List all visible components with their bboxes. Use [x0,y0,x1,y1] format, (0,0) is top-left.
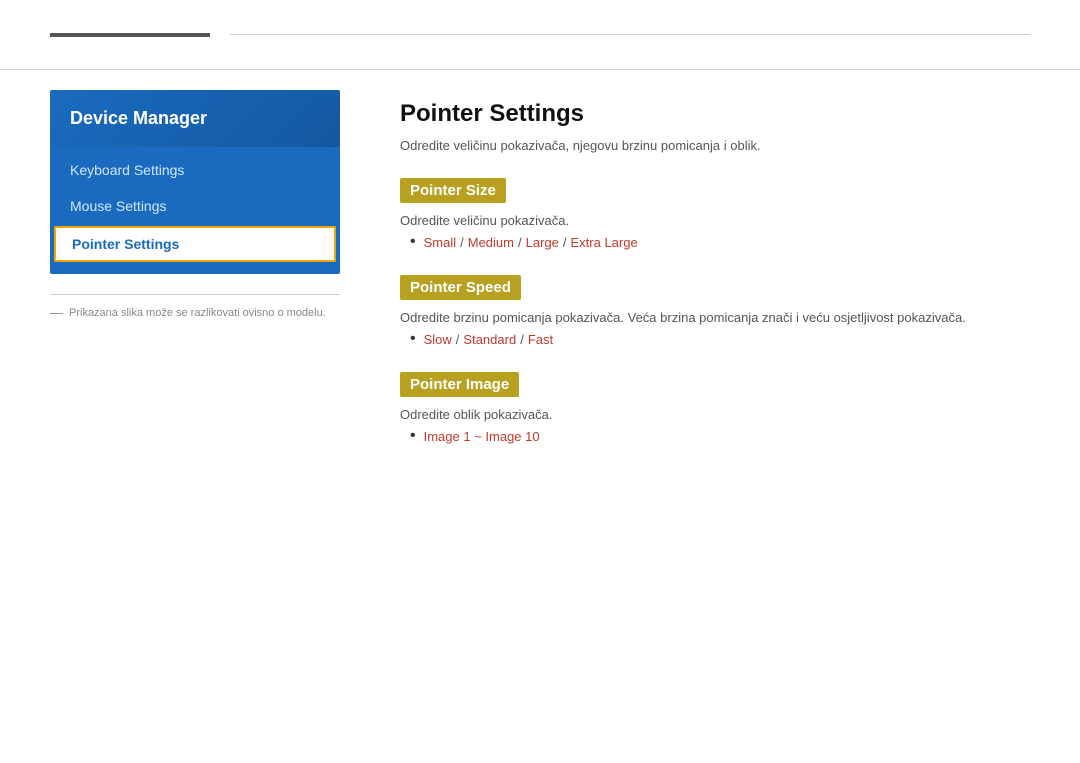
option-small[interactable]: Small [424,235,457,250]
sidebar-item-pointer[interactable]: Pointer Settings [54,226,336,262]
top-bar-accent-line [50,33,210,37]
sidebar-note: — Prikazana slika može se razlikovati ov… [50,294,340,330]
sidebar-note-dash: — [50,305,63,320]
page-description: Odredite veličinu pokazivača, njegovu br… [400,138,1010,153]
bullet-pointer-speed: • [410,331,416,347]
section-title-pointer-speed: Pointer Speed [400,275,521,300]
section-pointer-speed: Pointer Speed Odredite brzinu pomicanja … [400,275,1010,347]
sidebar-note-text: Prikazana slika može se razlikovati ovis… [69,307,326,319]
section-options-pointer-size: • Small / Medium / Large / Extra Large [400,234,1010,250]
option-slow[interactable]: Slow [424,332,452,347]
bullet-pointer-image: • [410,428,416,444]
sidebar-item-label-pointer: Pointer Settings [72,236,179,252]
bullet-pointer-size: • [410,234,416,250]
section-desc-pointer-speed: Odredite brzinu pomicanja pokazivača. Ve… [400,310,1010,325]
main-layout: Device Manager Keyboard Settings Mouse S… [0,70,1080,499]
top-bar [0,0,1080,70]
option-medium[interactable]: Medium [468,235,514,250]
section-options-pointer-image: • Image 1 ~ Image 10 [400,428,1010,444]
sidebar-item-label-mouse: Mouse Settings [70,198,167,214]
section-desc-pointer-image: Odredite oblik pokazivača. [400,407,1010,422]
section-pointer-size: Pointer Size Odredite veličinu pokazivač… [400,178,1010,250]
section-title-pointer-size: Pointer Size [400,178,506,203]
option-large[interactable]: Large [526,235,559,250]
sidebar-header: Device Manager [50,90,340,147]
top-bar-divider [230,34,1030,35]
sidebar: Device Manager Keyboard Settings Mouse S… [50,90,340,479]
option-extra-large[interactable]: Extra Large [571,235,638,250]
sidebar-item-keyboard[interactable]: Keyboard Settings [50,152,340,188]
content-area: Pointer Settings Odredite veličinu pokaz… [380,90,1030,479]
sidebar-item-mouse[interactable]: Mouse Settings [50,188,340,224]
option-image-range[interactable]: Image 1 ~ Image 10 [424,429,540,444]
section-desc-pointer-size: Odredite veličinu pokazivača. [400,213,1010,228]
section-pointer-image: Pointer Image Odredite oblik pokazivača.… [400,372,1010,444]
sidebar-item-label-keyboard: Keyboard Settings [70,162,184,178]
section-options-pointer-speed: • Slow / Standard / Fast [400,331,1010,347]
sidebar-menu: Keyboard Settings Mouse Settings Pointer… [50,147,340,274]
option-fast[interactable]: Fast [528,332,553,347]
section-title-pointer-image: Pointer Image [400,372,519,397]
page-title: Pointer Settings [400,100,1010,128]
option-standard[interactable]: Standard [463,332,516,347]
